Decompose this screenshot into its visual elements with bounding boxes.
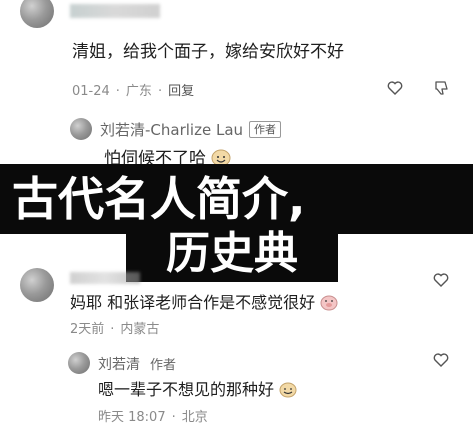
smile-emoji-icon: [279, 382, 297, 404]
comment-2-text: 妈耶 和张译老师合作是不感觉很好: [70, 293, 316, 312]
comment-1-text: 清姐，给我个面子，嫁给安欣好不好: [72, 42, 344, 62]
reply-1-author[interactable]: 刘若清-Charlize Lau: [100, 121, 243, 139]
comment-1-meta: 01-24 · 广东 · 回复: [72, 84, 195, 99]
top-avatar[interactable]: [20, 0, 54, 28]
reply-2-meta: 昨天 18:07 · 北京: [98, 410, 208, 425]
reply-1-author-line: 刘若清-Charlize Lau 作者: [100, 119, 282, 140]
blurred-username-2: [70, 272, 140, 284]
reply-2-location: 北京: [181, 410, 208, 425]
reply-2-text-line: 嗯一辈子不想见的那种好: [98, 379, 297, 404]
reply-2-author[interactable]: 刘若清: [98, 357, 140, 373]
thumb-down-icon[interactable]: [432, 80, 450, 96]
author-label: 作者: [150, 358, 177, 373]
comment-1-reply-button[interactable]: 回复: [168, 84, 194, 99]
reply-2-avatar[interactable]: [68, 352, 90, 374]
overlay-banner-line-1: 古代名人简介,: [0, 164, 473, 234]
overlay-banner-line-2: 历史典: [126, 226, 338, 282]
comment-1-date: 01-24: [72, 84, 110, 99]
reply-2-author-line: 刘若清 作者: [98, 354, 176, 374]
author-badge: 作者: [249, 121, 282, 138]
reply-2-text: 嗯一辈子不想见的那种好: [98, 380, 275, 399]
comment-1-location: 广东: [125, 84, 152, 99]
heart-icon[interactable]: [432, 352, 450, 368]
pig-emoji-icon: [320, 295, 338, 317]
comment-2-date: 2天前: [70, 322, 105, 337]
comment-2-location: 内蒙古: [120, 322, 160, 337]
reply-1-avatar[interactable]: [70, 118, 92, 140]
comment-2-meta: 2天前 · 内蒙古: [70, 322, 160, 337]
comment-2-avatar[interactable]: [20, 268, 54, 302]
comment-2-text-line: 妈耶 和张译老师合作是不感觉很好: [70, 292, 338, 317]
blurred-username: [70, 4, 160, 18]
heart-icon[interactable]: [386, 80, 404, 96]
reply-2-date: 昨天 18:07: [98, 410, 166, 425]
heart-icon[interactable]: [432, 272, 450, 288]
